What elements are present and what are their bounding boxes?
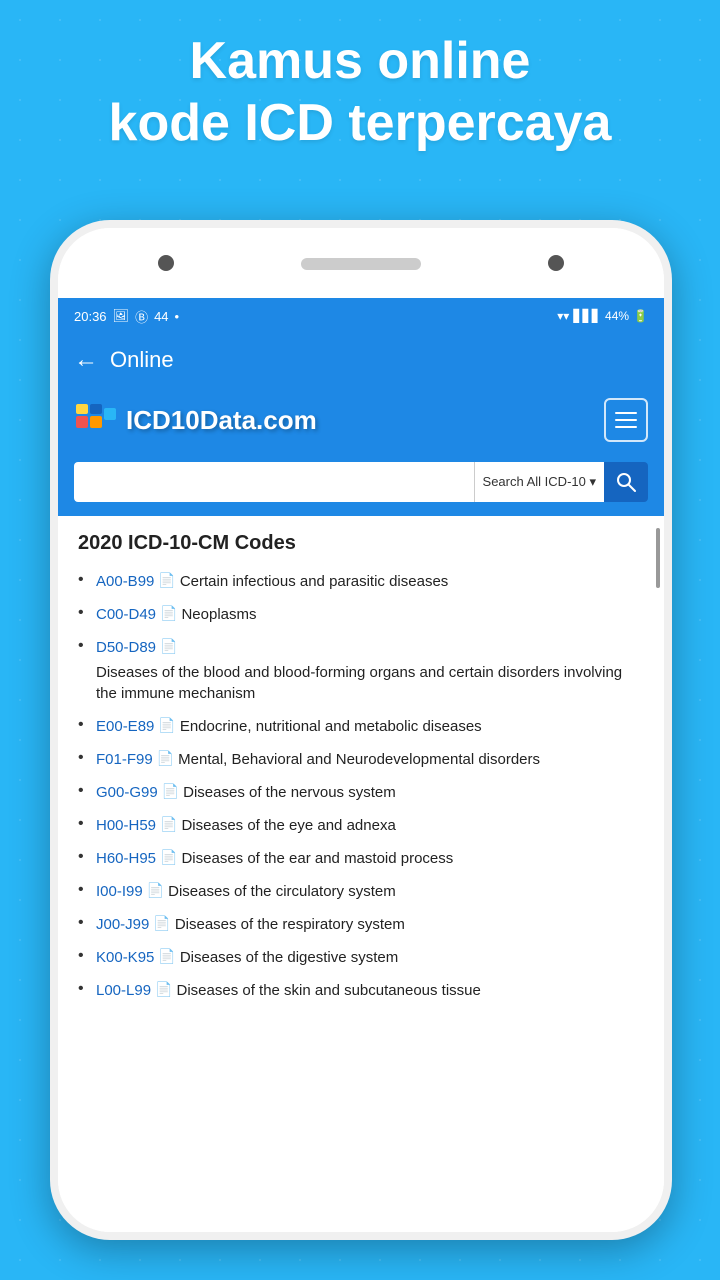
code-description: Certain infectious and parasitic disease… [180, 571, 448, 592]
content-area: 2020 ICD-10-CM Codes A00-B99 📄 Certain i… [58, 516, 664, 1232]
search-bar: Search All ICD-10 ▾ [58, 454, 664, 516]
battery-text: 44% [605, 309, 629, 323]
list-item: E00-E89 📄 Endocrine, nutritional and met… [78, 716, 644, 737]
status-left: 20:36 🖼 Ⓑ 44 • [74, 307, 179, 326]
doc-icon: 📄 [153, 914, 170, 934]
camera-left-icon [158, 255, 174, 271]
status-number: 44 [154, 309, 168, 324]
site-logo: ICD10Data.com [74, 398, 317, 442]
doc-icon: 📄 [160, 637, 177, 657]
hamburger-button[interactable] [604, 398, 648, 442]
status-bar: 20:36 🖼 Ⓑ 44 • ▾▾ ▋▋▋ 44% 🔋 [58, 298, 664, 334]
doc-icon: 📄 [158, 716, 175, 736]
phone-screen: 20:36 🖼 Ⓑ 44 • ▾▾ ▋▋▋ 44% 🔋 ← Online [58, 298, 664, 1232]
phone-frame: 20:36 🖼 Ⓑ 44 • ▾▾ ▋▋▋ 44% 🔋 ← Online [50, 220, 672, 1240]
list-item: J00-J99 📄 Diseases of the respiratory sy… [78, 914, 644, 935]
list-item: A00-B99 📄 Certain infectious and parasit… [78, 571, 644, 592]
hamburger-line-2 [615, 419, 637, 421]
code-link[interactable]: C00-D49 [96, 604, 156, 625]
doc-icon: 📄 [157, 749, 174, 769]
doc-icon: 📄 [160, 604, 177, 624]
code-link[interactable]: E00-E89 [96, 716, 154, 737]
list-item: D50-D89 📄 Diseases of the blood and bloo… [78, 637, 644, 704]
camera-right-icon [548, 255, 564, 271]
logo-blocks-icon [74, 398, 118, 442]
speaker [301, 258, 421, 270]
doc-icon: 📄 [147, 881, 164, 901]
code-link[interactable]: D50-D89 [96, 637, 156, 658]
code-description: Diseases of the ear and mastoid process [181, 848, 453, 869]
list-item: G00-G99 📄 Diseases of the nervous system [78, 782, 644, 803]
wifi-icon: ▾▾ [557, 309, 569, 323]
battery-icon: 🔋 [633, 309, 648, 323]
status-right: ▾▾ ▋▋▋ 44% 🔋 [557, 309, 648, 323]
code-description: Diseases of the nervous system [183, 782, 396, 803]
doc-icon: 📄 [160, 848, 177, 868]
code-description: Endocrine, nutritional and metabolic dis… [180, 716, 482, 737]
code-description: Diseases of the eye and adnexa [181, 815, 395, 836]
code-description: Mental, Behavioral and Neurodevelopmenta… [178, 749, 540, 770]
list-item: I00-I99 📄 Diseases of the circulatory sy… [78, 881, 644, 902]
search-dropdown[interactable]: Search All ICD-10 ▾ [474, 462, 604, 502]
list-item: F01-F99 📄 Mental, Behavioral and Neurode… [78, 749, 644, 770]
code-link[interactable]: G00-G99 [96, 782, 158, 803]
hamburger-line-1 [615, 412, 637, 414]
code-description: Diseases of the skin and subcutaneous ti… [177, 980, 481, 1001]
code-link[interactable]: H60-H95 [96, 848, 156, 869]
doc-icon: 📄 [160, 815, 177, 835]
header-line1: Kamus online [190, 32, 531, 90]
hamburger-line-3 [615, 426, 637, 428]
code-link[interactable]: F01-F99 [96, 749, 153, 770]
status-b-icon: Ⓑ [135, 307, 148, 326]
top-bar: ← Online [58, 334, 664, 386]
page-title: 2020 ICD-10-CM Codes [78, 532, 644, 555]
search-icon [616, 472, 636, 492]
top-bar-title: Online [110, 347, 174, 373]
back-button[interactable]: ← [74, 346, 98, 374]
doc-icon: 📄 [158, 571, 175, 591]
scroll-indicator [656, 528, 660, 588]
code-description: Diseases of the circulatory system [168, 881, 396, 902]
code-description: Diseases of the blood and blood-forming … [96, 662, 644, 704]
site-header: ICD10Data.com [58, 386, 664, 454]
code-link[interactable]: I00-I99 [96, 881, 143, 902]
code-description: Diseases of the digestive system [180, 947, 398, 968]
list-item: L00-L99 📄 Diseases of the skin and subcu… [78, 980, 644, 1001]
header-line2: kode ICD terpercaya [109, 94, 612, 152]
status-time: 20:36 [74, 309, 107, 324]
code-description: Diseases of the respiratory system [175, 914, 405, 935]
signal-icon: ▋▋▋ [573, 309, 601, 323]
doc-icon: 📄 [155, 980, 172, 1000]
status-photo-icon: 🖼 [113, 308, 130, 324]
code-link[interactable]: L00-L99 [96, 980, 151, 1001]
code-link[interactable]: A00-B99 [96, 571, 154, 592]
logo-text: ICD10Data.com [126, 405, 317, 436]
list-item: H60-H95 📄 Diseases of the ear and mastoi… [78, 848, 644, 869]
code-link[interactable]: K00-K95 [96, 947, 154, 968]
doc-icon: 📄 [162, 782, 179, 802]
doc-icon: 📄 [158, 947, 175, 967]
icd-code-list: A00-B99 📄 Certain infectious and parasit… [78, 571, 644, 1001]
search-button[interactable] [604, 462, 648, 502]
code-link[interactable]: J00-J99 [96, 914, 149, 935]
list-item: C00-D49 📄 Neoplasms [78, 604, 644, 625]
list-item: H00-H59 📄 Diseases of the eye and adnexa [78, 815, 644, 836]
header-section: Kamus online kode ICD terpercaya [0, 30, 720, 155]
code-link[interactable]: H00-H59 [96, 815, 156, 836]
list-item: K00-K95 📄 Diseases of the digestive syst… [78, 947, 644, 968]
phone-top [58, 228, 664, 298]
status-dot: • [175, 309, 180, 324]
search-input[interactable] [74, 462, 474, 502]
phone-inner: 20:36 🖼 Ⓑ 44 • ▾▾ ▋▋▋ 44% 🔋 ← Online [58, 228, 664, 1232]
code-description: Neoplasms [181, 604, 256, 625]
